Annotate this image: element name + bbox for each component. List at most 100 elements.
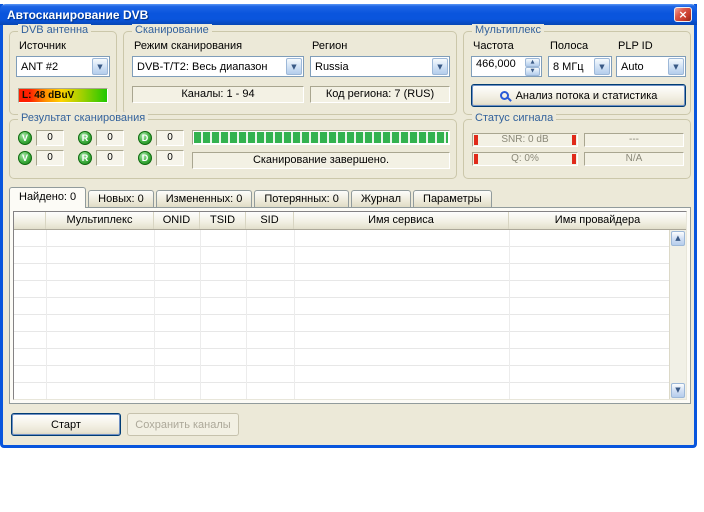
data-counter2-icon: D <box>138 151 152 165</box>
signal-status-group: Статус сигнала SNR: 0 dB --- Q: 0% N/A <box>463 119 691 179</box>
snr-value-field: --- <box>584 133 684 147</box>
column-header-multiplex[interactable]: Мультиплекс <box>46 212 154 229</box>
snr-label: SNR: 0 dB <box>501 134 548 145</box>
source-select[interactable]: ANT #2 ▼ <box>16 56 110 77</box>
band-select[interactable]: 8 МГц ▼ <box>548 56 612 77</box>
quality-left-marker <box>474 154 478 164</box>
channels-grid: Мультиплекс ONID TSID SID Имя сервиса Им… <box>13 211 687 400</box>
column-header-tsid[interactable]: TSID <box>200 212 246 229</box>
scan-result-group: Результат сканирования V 0 R 0 D 0 V 0 R… <box>9 119 457 179</box>
chevron-down-icon[interactable]: ▼ <box>432 58 448 75</box>
source-label: Источник <box>19 40 66 52</box>
scanning-group-title: Сканирование <box>132 24 212 36</box>
column-header-sid[interactable]: SID <box>246 212 294 229</box>
signal-status-group-title: Статус сигнала <box>472 112 556 124</box>
titlebar[interactable]: Автосканирование DVB × <box>0 4 697 25</box>
grid-column-line <box>46 230 47 399</box>
scan-result-group-title: Результат сканирования <box>18 112 148 124</box>
grid-column-line <box>294 230 295 399</box>
radio-counter-value: 0 <box>96 130 124 146</box>
tab-new[interactable]: Новых: 0 <box>88 190 154 208</box>
spin-down-icon[interactable]: ▼ <box>525 67 540 76</box>
dialog-window: Автосканирование DVB × DVB антенна Источ… <box>0 4 697 448</box>
channels-info-field: Каналы: 1 - 94 <box>132 86 304 103</box>
window-title: Автосканирование DVB <box>0 8 148 22</box>
frequency-label: Частота <box>473 40 514 52</box>
antenna-group-title: DVB антенна <box>18 24 91 36</box>
band-label: Полоса <box>550 40 588 52</box>
scan-progress-bar <box>192 130 450 145</box>
band-value: 8 МГц <box>549 61 593 73</box>
grid-column-line <box>509 230 510 399</box>
scan-mode-value: DVB-T/T2: Весь диапазон <box>133 61 285 73</box>
snr-right-marker <box>572 135 576 145</box>
tab-lost[interactable]: Потерянных: 0 <box>254 190 349 208</box>
radio-counter-icon: R <box>78 131 92 145</box>
tab-found[interactable]: Найдено: 0 <box>9 187 86 208</box>
dialog-client-area: DVB антенна Источник ANT #2 ▼ L: 48 dBuV… <box>3 25 694 445</box>
multiplex-group-title: Мультиплекс <box>472 24 544 36</box>
tv-counter2-value: 0 <box>36 150 64 166</box>
signal-level-text: L: 48 dBuV <box>22 90 74 101</box>
spin-up-icon[interactable]: ▲ <box>525 58 540 67</box>
save-channels-button[interactable]: Сохранить каналы <box>127 413 239 436</box>
chevron-down-icon[interactable]: ▼ <box>594 58 610 75</box>
tv-counter-icon: V <box>18 131 32 145</box>
scroll-down-icon[interactable]: ▼ <box>671 383 685 398</box>
tab-parameters[interactable]: Параметры <box>413 190 492 208</box>
plp-id-select[interactable]: Auto ▼ <box>616 56 686 77</box>
start-button-label: Старт <box>51 419 81 431</box>
save-channels-button-label: Сохранить каналы <box>135 419 230 431</box>
column-header-provider-name[interactable]: Имя провайдера <box>509 212 686 229</box>
vertical-scrollbar[interactable]: ▲ ▼ <box>669 230 686 399</box>
result-tabs: Найдено: 0 Новых: 0 Измененных: 0 Потеря… <box>9 187 494 208</box>
grid-column-line <box>246 230 247 399</box>
close-icon: × <box>678 8 687 21</box>
grid-column-line <box>154 230 155 399</box>
tv-counter2-icon: V <box>18 151 32 165</box>
quality-right-marker <box>572 154 576 164</box>
plp-id-label: PLP ID <box>618 40 653 52</box>
grid-column-line <box>200 230 201 399</box>
quality-label: Q: 0% <box>511 153 539 164</box>
frequency-value: 466,000 <box>472 57 524 76</box>
snr-meter: SNR: 0 dB <box>472 133 578 147</box>
data-counter-icon: D <box>138 131 152 145</box>
magnifier-icon <box>500 91 509 100</box>
multiplex-group: Мультиплекс Частота Полоса PLP ID 466,00… <box>463 31 691 115</box>
column-header-onid[interactable]: ONID <box>154 212 200 229</box>
data-counter2-value: 0 <box>156 150 184 166</box>
data-counter-value: 0 <box>156 130 184 146</box>
quality-value-field: N/A <box>584 152 684 166</box>
scan-mode-select[interactable]: DVB-T/T2: Весь диапазон ▼ <box>132 56 304 77</box>
quality-meter: Q: 0% <box>472 152 578 166</box>
chevron-down-icon[interactable]: ▼ <box>286 58 302 75</box>
analyze-stream-button[interactable]: Анализ потока и статистика <box>471 84 686 107</box>
scanning-group: Сканирование Режим сканирования Регион D… <box>123 31 457 115</box>
column-header-check[interactable] <box>14 212 46 229</box>
region-select[interactable]: Russia ▼ <box>310 56 450 77</box>
frequency-spinner: ▲ ▼ <box>525 58 540 75</box>
radio-counter2-value: 0 <box>96 150 124 166</box>
snr-left-marker <box>474 135 478 145</box>
start-button[interactable]: Старт <box>11 413 121 436</box>
chevron-down-icon[interactable]: ▼ <box>668 58 684 75</box>
source-select-value: ANT #2 <box>17 61 91 73</box>
region-code-field: Код региона: 7 (RUS) <box>310 86 450 103</box>
tv-counter-value: 0 <box>36 130 64 146</box>
scroll-up-icon[interactable]: ▲ <box>671 231 685 246</box>
plp-id-value: Auto <box>617 61 667 73</box>
signal-level-meter: L: 48 dBuV <box>18 88 108 103</box>
scan-mode-label: Режим сканирования <box>134 40 242 52</box>
progress-fill <box>194 132 448 143</box>
frequency-input[interactable]: 466,000 ▲ ▼ <box>471 56 542 77</box>
antenna-group: DVB антенна Источник ANT #2 ▼ L: 48 dBuV <box>9 31 117 115</box>
tab-changed[interactable]: Измененных: 0 <box>156 190 253 208</box>
scan-status-field: Сканирование завершено. <box>192 152 450 169</box>
tab-log[interactable]: Журнал <box>351 190 411 208</box>
close-button[interactable]: × <box>674 7 692 22</box>
chevron-down-icon[interactable]: ▼ <box>92 58 108 75</box>
region-label: Регион <box>312 40 347 52</box>
found-tab-panel: Мультиплекс ONID TSID SID Имя сервиса Им… <box>9 207 691 404</box>
column-header-service-name[interactable]: Имя сервиса <box>294 212 509 229</box>
